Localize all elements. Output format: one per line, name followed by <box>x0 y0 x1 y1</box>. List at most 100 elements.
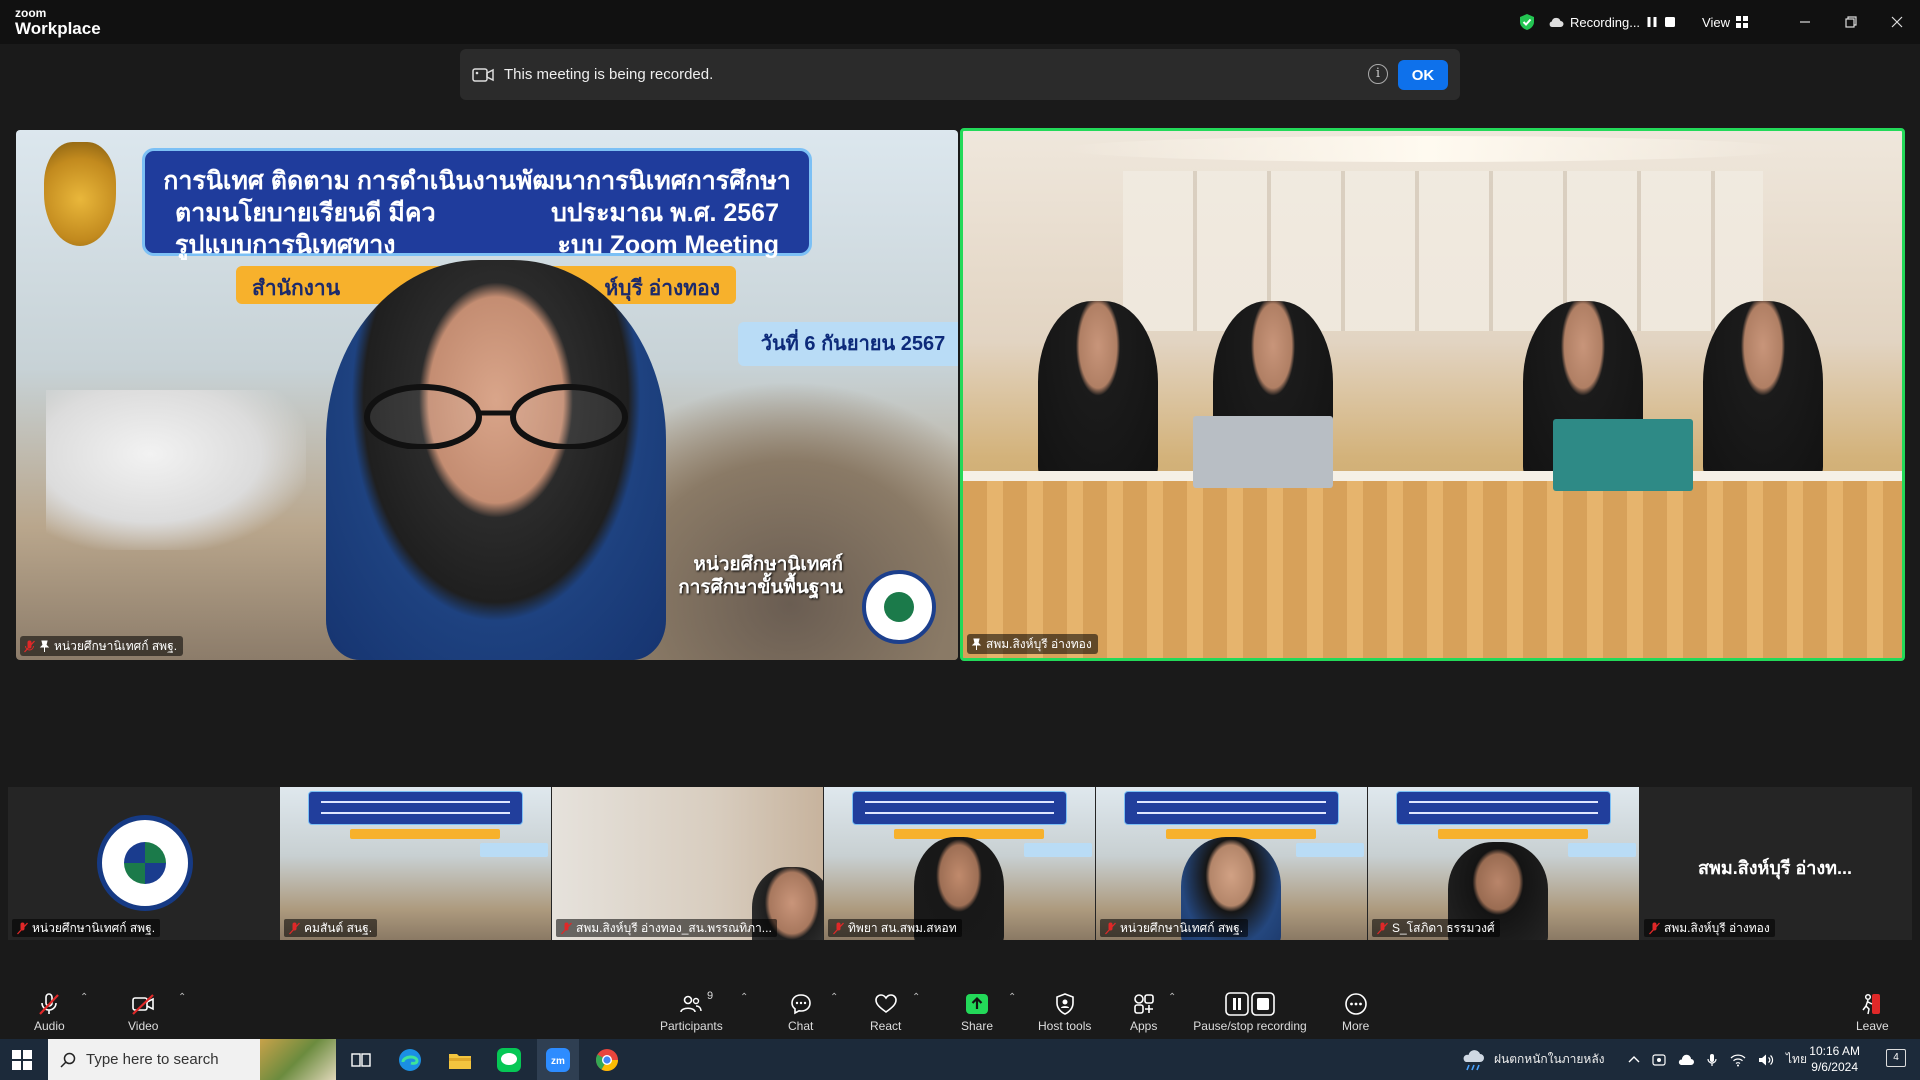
minimize-icon <box>1800 21 1810 23</box>
wifi-icon[interactable] <box>1730 1053 1746 1067</box>
slide-org-right: ห์บุรี อ่างทอง <box>604 277 720 300</box>
apps-button[interactable]: Apps <box>1130 980 1157 1039</box>
ok-button[interactable]: OK <box>1398 60 1448 90</box>
chat-caret-icon[interactable]: ⌃ <box>830 992 838 1003</box>
thumb-name-tag-2: คมสันต์ สนฐ. <box>284 919 378 937</box>
video-label: Video <box>128 1019 159 1033</box>
share-button[interactable]: Share <box>961 980 993 1039</box>
clock-date: 9/6/2024 <box>1811 1060 1858 1074</box>
video-tile-main-1[interactable]: การนิเทศ ติดตาม การดำเนินงานพัฒนาการนิเท… <box>16 130 958 660</box>
participants-count: 9 <box>707 990 714 1002</box>
thumb-name-1: หน่วยศึกษานิเทศก์ สพฐ. <box>32 920 156 935</box>
camera-icon <box>472 67 494 82</box>
thumbnail-5[interactable] <box>1096 787 1367 940</box>
thumb-name-tag-6: S_โสภิดา ธรรมวงศ์ <box>1372 919 1500 937</box>
recording-banner: This meeting is being recorded. i OK <box>460 49 1460 100</box>
pause-stop-recording-button[interactable]: Pause/stop recording <box>1190 980 1310 1039</box>
thumb-name-2: คมสันต์ สนฐ. <box>304 920 373 935</box>
stop-icon[interactable] <box>1664 16 1676 28</box>
thumbnail-4[interactable] <box>824 787 1095 940</box>
line-app-icon[interactable] <box>496 1047 522 1073</box>
slide-unit-line-2: การศึกษาขั้นพื้นฐาน <box>678 577 843 599</box>
thumbnail-7-display-name: สพม.สิงห์บุรี อ่างท... <box>1698 858 1853 878</box>
microphone-tray-icon[interactable] <box>1706 1053 1718 1067</box>
windows-start-icon[interactable] <box>12 1050 32 1070</box>
audio-options-caret-icon[interactable]: ⌃ <box>80 992 88 1003</box>
thumb-name-tag-3: สพม.สิงห์บุรี อ่างทอง_สน.พรรณทิภา... <box>556 919 777 937</box>
rain-cloud-icon <box>1463 1049 1484 1070</box>
participant-video-person <box>326 260 666 660</box>
minimize-button[interactable] <box>1782 0 1828 44</box>
video-options-caret-icon[interactable]: ⌃ <box>178 992 186 1003</box>
thumbnail-6[interactable] <box>1368 787 1639 940</box>
mic-muted-icon <box>39 993 60 1015</box>
weather-text: ฝนตกหนักในภายหลัง <box>1494 1052 1605 1066</box>
close-icon <box>1891 16 1903 28</box>
recording-indicator[interactable]: Recording... <box>1548 15 1676 30</box>
meet-now-icon[interactable] <box>1652 1053 1666 1067</box>
view-button[interactable]: View <box>1702 15 1748 30</box>
participants-button[interactable]: Participants <box>660 980 723 1039</box>
video-button[interactable]: Video <box>128 980 158 1039</box>
onedrive-cloud-icon[interactable] <box>1678 1054 1694 1066</box>
chevron-up-icon[interactable] <box>1628 1054 1640 1066</box>
restore-icon <box>1845 16 1857 28</box>
audio-button[interactable]: Audio <box>34 980 65 1039</box>
notification-center-icon[interactable]: 4 <box>1886 1049 1906 1067</box>
video-tile-main-2-active-speaker[interactable]: สพม.สิงห์บุรี อ่างทอง <box>960 128 1905 661</box>
unit-logo <box>862 570 936 644</box>
slide-date: วันที่ 6 กันยายน 2567 <box>738 322 958 366</box>
svg-text:zm: zm <box>551 1056 565 1067</box>
thumbnail-3[interactable] <box>552 787 823 940</box>
share-caret-icon[interactable]: ⌃ <box>1008 992 1016 1003</box>
thumb-name-3: สพม.สิงห์บุรี อ่างทอง_สน.พรรณทิภา... <box>576 920 772 935</box>
table-skirt <box>963 481 1902 658</box>
chrome-browser-icon[interactable] <box>594 1047 620 1073</box>
share-label: Share <box>961 1019 994 1033</box>
security-shield-icon[interactable] <box>1518 13 1536 31</box>
more-button[interactable]: More <box>1342 980 1369 1039</box>
pause-icon[interactable] <box>1646 16 1658 28</box>
thumb-name-tag-1: หน่วยศึกษานิเทศก์ สพฐ. <box>12 919 161 937</box>
shield-icon <box>1055 993 1074 1015</box>
host-tools-button[interactable]: Host tools <box>1038 980 1091 1039</box>
thumbnail-2[interactable] <box>280 787 551 940</box>
apps-caret-icon[interactable]: ⌃ <box>1168 992 1176 1003</box>
weather-widget[interactable]: ฝนตกหนักในภายหลัง <box>1460 1039 1605 1080</box>
react-button[interactable]: React <box>870 980 901 1039</box>
info-icon[interactable]: i <box>1368 64 1388 84</box>
slide-title-line-3b: ะบบ Zoom Meeting <box>557 231 779 259</box>
slide-unit-line-1: หน่วยศึกษานิเทศก์ <box>693 553 843 575</box>
title-bar: zoom Workplace Recording... View <box>0 0 1920 44</box>
close-button[interactable] <box>1874 0 1920 44</box>
meeting-toolbar: Audio ⌃ Video ⌃ Participants 9 ⌃ Chat ⌃ … <box>0 980 1920 1039</box>
edge-browser-icon[interactable] <box>397 1047 423 1073</box>
thumb-name-5: หน่วยศึกษานิเทศก์ สพฐ. <box>1120 920 1244 935</box>
participant-name: หน่วยศึกษานิเทศก์ สพฐ. <box>54 638 178 653</box>
mic-off-icon <box>17 922 28 934</box>
mic-off-icon <box>833 922 844 934</box>
zoom-app-icon[interactable]: zm <box>545 1047 571 1073</box>
participants-caret-icon[interactable]: ⌃ <box>740 992 748 1003</box>
pin-icon <box>39 640 50 652</box>
restore-button[interactable] <box>1828 0 1874 44</box>
cloud-icon <box>1549 17 1564 27</box>
volume-icon[interactable] <box>1758 1053 1774 1067</box>
pause-stop-label: Pause/stop recording <box>1193 1019 1307 1033</box>
file-explorer-icon[interactable] <box>447 1047 473 1073</box>
leave-button[interactable]: Leave <box>1856 980 1889 1039</box>
input-language[interactable]: ไทย <box>1786 1050 1807 1069</box>
taskbar-search-box[interactable]: Type here to search <box>48 1039 336 1080</box>
taskbar-clock[interactable]: 10:16 AM 9/6/2024 <box>1809 1043 1860 1075</box>
task-view-icon[interactable] <box>348 1047 374 1073</box>
zoom-logo: zoom Workplace <box>15 7 101 37</box>
chat-button[interactable]: Chat <box>788 980 813 1039</box>
banner-message: This meeting is being recorded. <box>504 66 714 83</box>
logo-bottom: Workplace <box>15 19 101 38</box>
react-caret-icon[interactable]: ⌃ <box>912 992 920 1003</box>
recording-label: Recording... <box>1569 14 1641 30</box>
slide-title-box: การนิเทศ ติดตาม การดำเนินงานพัฒนาการนิเท… <box>142 148 812 259</box>
pin-icon <box>971 638 982 650</box>
leave-label: Leave <box>1856 1019 1889 1033</box>
ceiling-lights <box>1063 136 1793 162</box>
